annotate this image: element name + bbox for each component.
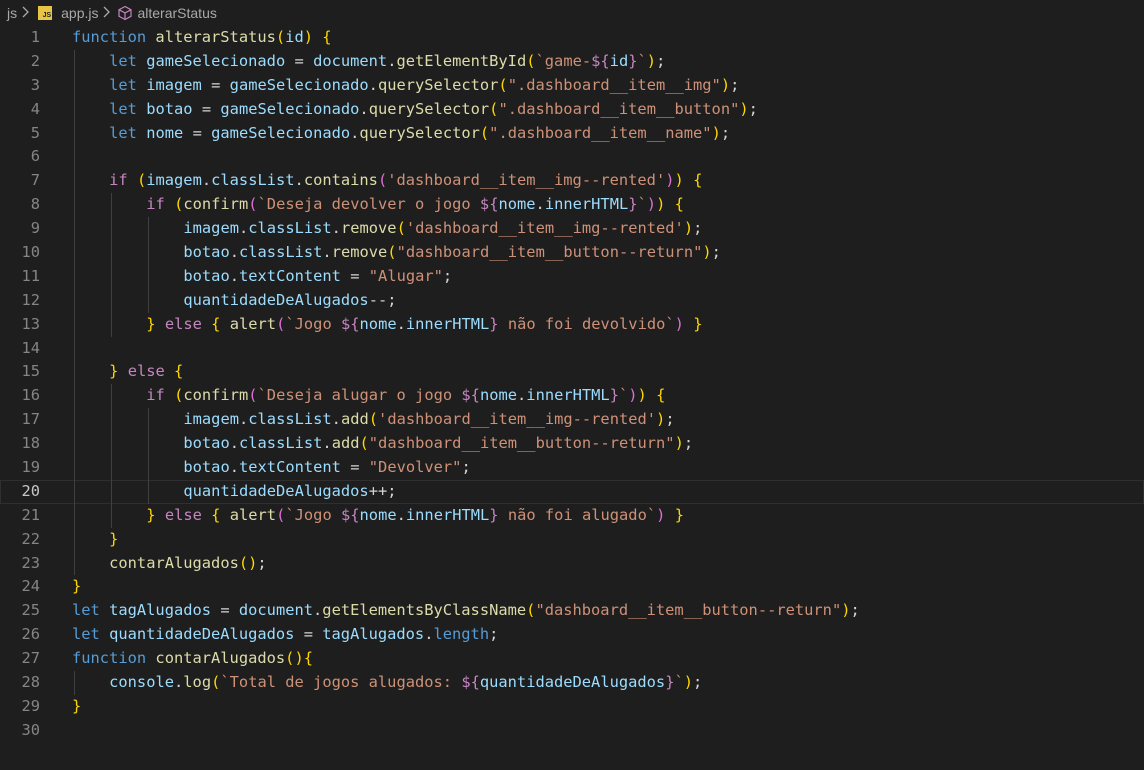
line-number: 30 — [21, 720, 40, 739]
line-number: 4 — [30, 99, 40, 118]
code-text: } — [72, 577, 82, 596]
code-text: } else { alert(`Jogo ${nome.innerHTML} n… — [146, 505, 684, 524]
code-line[interactable]: 26 let quantidadeDeAlugados = tagAlugados… — [0, 623, 1144, 647]
code-text: } — [109, 529, 119, 548]
code-text: console.log(`Total de jogos alugados: ${… — [109, 673, 703, 692]
line-number: 16 — [21, 386, 40, 405]
code-text: botao.classList.remove("dashboard__item_… — [183, 243, 721, 262]
code-text: } — [72, 696, 82, 715]
line-number: 11 — [21, 266, 40, 285]
code-line[interactable]: 20 quantidadeDeAlugados++; — [0, 479, 1144, 504]
line-number: 26 — [21, 625, 40, 644]
code-text: quantidadeDeAlugados++; — [183, 481, 397, 500]
line-number: 28 — [21, 673, 40, 692]
indent-guide — [74, 336, 75, 361]
code-text: let botao = gameSelecionado.querySelecto… — [109, 99, 758, 118]
code-line[interactable]: 25 let tagAlugados = document.getElements… — [0, 599, 1144, 623]
code-text: botao.classList.add("dashboard__item__bu… — [183, 434, 694, 453]
line-number: 7 — [30, 171, 40, 190]
cube-symbol-icon — [117, 5, 133, 21]
line-number: 6 — [30, 147, 40, 166]
code-line[interactable]: 14 — [0, 336, 1144, 361]
code-line[interactable]: 18 botao.classList.add("dashboard__item_… — [0, 432, 1144, 457]
code-line[interactable]: 5 let nome = gameSelecionado.querySelect… — [0, 121, 1144, 146]
code-line[interactable]: 8 if (confirm(`Deseja devolver o jogo ${… — [0, 193, 1144, 218]
code-text: botao.textContent = "Alugar"; — [183, 266, 453, 285]
code-text: let imagem = gameSelecionado.querySelect… — [109, 75, 740, 94]
code-line[interactable]: 3 let imagem = gameSelecionado.querySele… — [0, 73, 1144, 98]
code-text: } else { alert(`Jogo ${nome.innerHTML} n… — [146, 314, 703, 333]
code-line[interactable]: 30 — [0, 719, 1144, 743]
code-text: if (confirm(`Deseja devolver o jogo ${no… — [146, 195, 684, 214]
breadcrumb-folder[interactable]: js — [0, 5, 17, 21]
line-number: 21 — [21, 505, 40, 524]
code-line[interactable]: 7 if (imagem.classList.contains('dashboa… — [0, 169, 1144, 194]
code-line[interactable]: 21 } else { alert(`Jogo ${nome.innerHTML… — [0, 503, 1144, 528]
line-number: 14 — [21, 338, 40, 357]
line-number: 1 — [30, 28, 40, 46]
line-number: 27 — [21, 649, 40, 668]
code-text: } else { — [109, 362, 184, 381]
code-text: let gameSelecionado = document.getElemen… — [109, 51, 666, 70]
code-text: if (imagem.classList.contains('dashboard… — [109, 171, 703, 190]
line-number: 10 — [21, 243, 40, 262]
line-number: 29 — [21, 696, 40, 715]
line-number: 23 — [21, 553, 40, 572]
code-line[interactable]: 24} — [0, 575, 1144, 599]
code-text: let nome = gameSelecionado.querySelector… — [109, 123, 731, 142]
line-number: 12 — [21, 290, 40, 309]
indent-guide — [74, 145, 75, 170]
code-line[interactable]: 17 imagem.classList.add('dashboard__item… — [0, 408, 1144, 433]
code-text: function contarAlugados(){ — [72, 649, 313, 668]
code-text: imagem.classList.add('dashboard__item__i… — [183, 410, 675, 429]
code-line[interactable]: 19 botao.textContent = "Devolver"; — [0, 456, 1144, 480]
code-text: let tagAlugados = document.getElementsBy… — [72, 601, 860, 620]
code-text: function alterarStatus(id) { — [72, 28, 332, 46]
line-number: 22 — [21, 529, 40, 548]
line-number: 18 — [21, 434, 40, 453]
code-line[interactable]: 28 console.log(`Total de jogos alugados:… — [0, 671, 1144, 695]
line-number: 19 — [21, 458, 40, 477]
code-text: imagem.classList.remove('dashboard__item… — [183, 219, 703, 238]
code-line[interactable]: 10 botao.classList.remove("dashboard__it… — [0, 241, 1144, 265]
code-line[interactable]: 13 } else { alert(`Jogo ${nome.innerHTML… — [0, 312, 1144, 337]
breadcrumb-file[interactable]: JS app.js — [32, 5, 98, 21]
line-number: 20 — [21, 481, 40, 500]
code-line[interactable]: 22 } — [0, 527, 1144, 552]
chevron-right-icon — [102, 6, 111, 21]
js-file-icon: JS — [38, 6, 53, 20]
code-line[interactable]: 23 contarAlugados(); — [0, 551, 1144, 576]
code-text: if (confirm(`Deseja alugar o jogo ${nome… — [146, 386, 666, 405]
code-text: let quantidadeDeAlugados = tagAlugados.l… — [72, 625, 499, 644]
line-number: 25 — [21, 601, 40, 620]
code-line[interactable]: 1 function alterarStatus(id) { — [0, 26, 1144, 50]
breadcrumb: js JS app.js alterarStatus — [0, 0, 1144, 26]
code-line[interactable]: 15 } else { — [0, 360, 1144, 385]
line-number: 5 — [30, 123, 40, 142]
line-number: 9 — [30, 219, 40, 238]
line-number: 3 — [30, 75, 40, 94]
code-line[interactable]: 16 if (confirm(`Deseja alugar o jogo ${n… — [0, 384, 1144, 409]
code-line[interactable]: 12 quantidadeDeAlugados--; — [0, 288, 1144, 313]
line-number: 17 — [21, 410, 40, 429]
line-number: 8 — [30, 195, 40, 214]
code-editor[interactable]: 1 function alterarStatus(id) { 2 let gameS… — [0, 26, 1144, 743]
code-text: quantidadeDeAlugados--; — [183, 290, 397, 309]
code-line[interactable]: 29} — [0, 695, 1144, 719]
line-number: 2 — [30, 51, 40, 70]
chevron-right-icon — [21, 6, 30, 21]
code-line[interactable]: 9 imagem.classList.remove('dashboard__it… — [0, 217, 1144, 242]
breadcrumb-symbol[interactable]: alterarStatus — [113, 5, 217, 21]
code-text: botao.textContent = "Devolver"; — [183, 458, 471, 477]
code-text: contarAlugados(); — [109, 553, 267, 572]
code-line[interactable]: 2 let gameSelecionado = document.getElem… — [0, 49, 1144, 74]
code-line[interactable]: 4 let botao = gameSelecionado.querySelec… — [0, 97, 1144, 122]
line-number: 13 — [21, 314, 40, 333]
line-number: 24 — [21, 577, 40, 596]
code-line[interactable]: 6 — [0, 145, 1144, 170]
line-number: 15 — [21, 362, 40, 381]
code-line[interactable]: 27 function contarAlugados(){ — [0, 647, 1144, 671]
code-line[interactable]: 11 botao.textContent = "Alugar"; — [0, 264, 1144, 289]
